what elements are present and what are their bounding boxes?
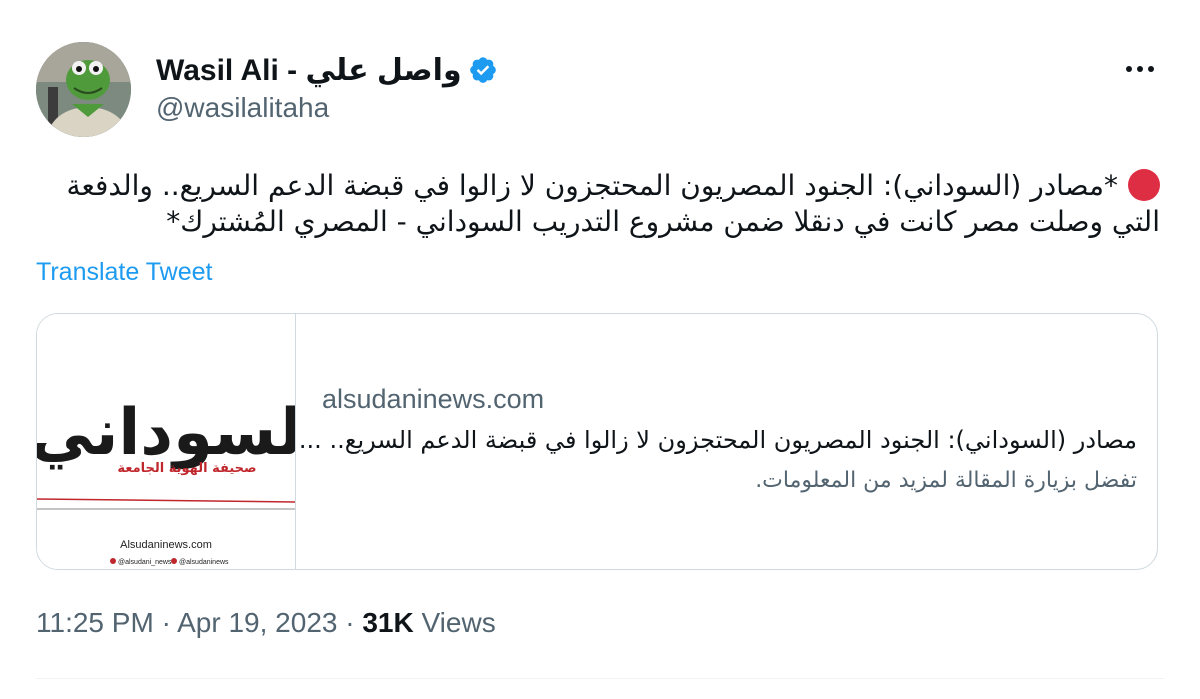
tweet-meta: 11:25 PM · Apr 19, 2023 · 31K Views [36,607,496,639]
link-preview-card[interactable]: لسوداني صحيفة الهوية الجامعة Alsudaninew… [36,313,1158,570]
author-display-name[interactable]: Wasil Ali - واصل علي [156,53,462,88]
logo-wordmark: لسوداني [37,396,295,470]
card-domain: alsudaninews.com [322,384,545,414]
meta-separator: · [345,607,355,638]
views-label: Views [421,607,496,638]
logo-site-url: Alsudaninews.com [120,539,212,551]
more-dots-icon[interactable] [1112,55,1168,83]
avatar[interactable] [36,42,131,137]
tweet-time[interactable]: 11:25 PM [36,607,154,638]
card-logo-image: لسوداني صحيفة الهوية الجامعة Alsudaninew… [37,314,302,569]
meta-separator: · [161,607,171,638]
dot [1137,66,1143,72]
logo-tagline: صحيفة الهوية الجامعة [117,461,256,476]
logo-social-1: @alsudani_news [118,559,172,566]
views-count: 31K [362,607,414,638]
author-name-row[interactable]: Wasil Ali - واصل علي [156,50,498,90]
tweet-date[interactable]: Apr 19, 2023 [177,607,337,638]
tweet-text: *مصادر (السوداني): الجنود المصريون المحت… [66,169,1160,238]
author-handle[interactable]: @wasilalitaha [156,92,329,124]
verified-badge-icon [468,55,498,85]
divider [36,678,1164,679]
red-circle-icon [1128,169,1160,201]
logo-social-2: @alsudaninews [179,559,229,566]
translate-tweet-link[interactable]: Translate Tweet [36,258,212,287]
tweet-text-container: *مصادر (السوداني): الجنود المصريون المحت… [36,168,1160,240]
avatar-image [36,42,131,137]
dot [1126,66,1132,72]
card-description: تفضل بزيارة المقالة لمزيد من المعلومات. [755,468,1137,493]
card-title: مصادر (السوداني): الجنود المصريون المحتج… [298,426,1137,454]
dot [1148,66,1154,72]
